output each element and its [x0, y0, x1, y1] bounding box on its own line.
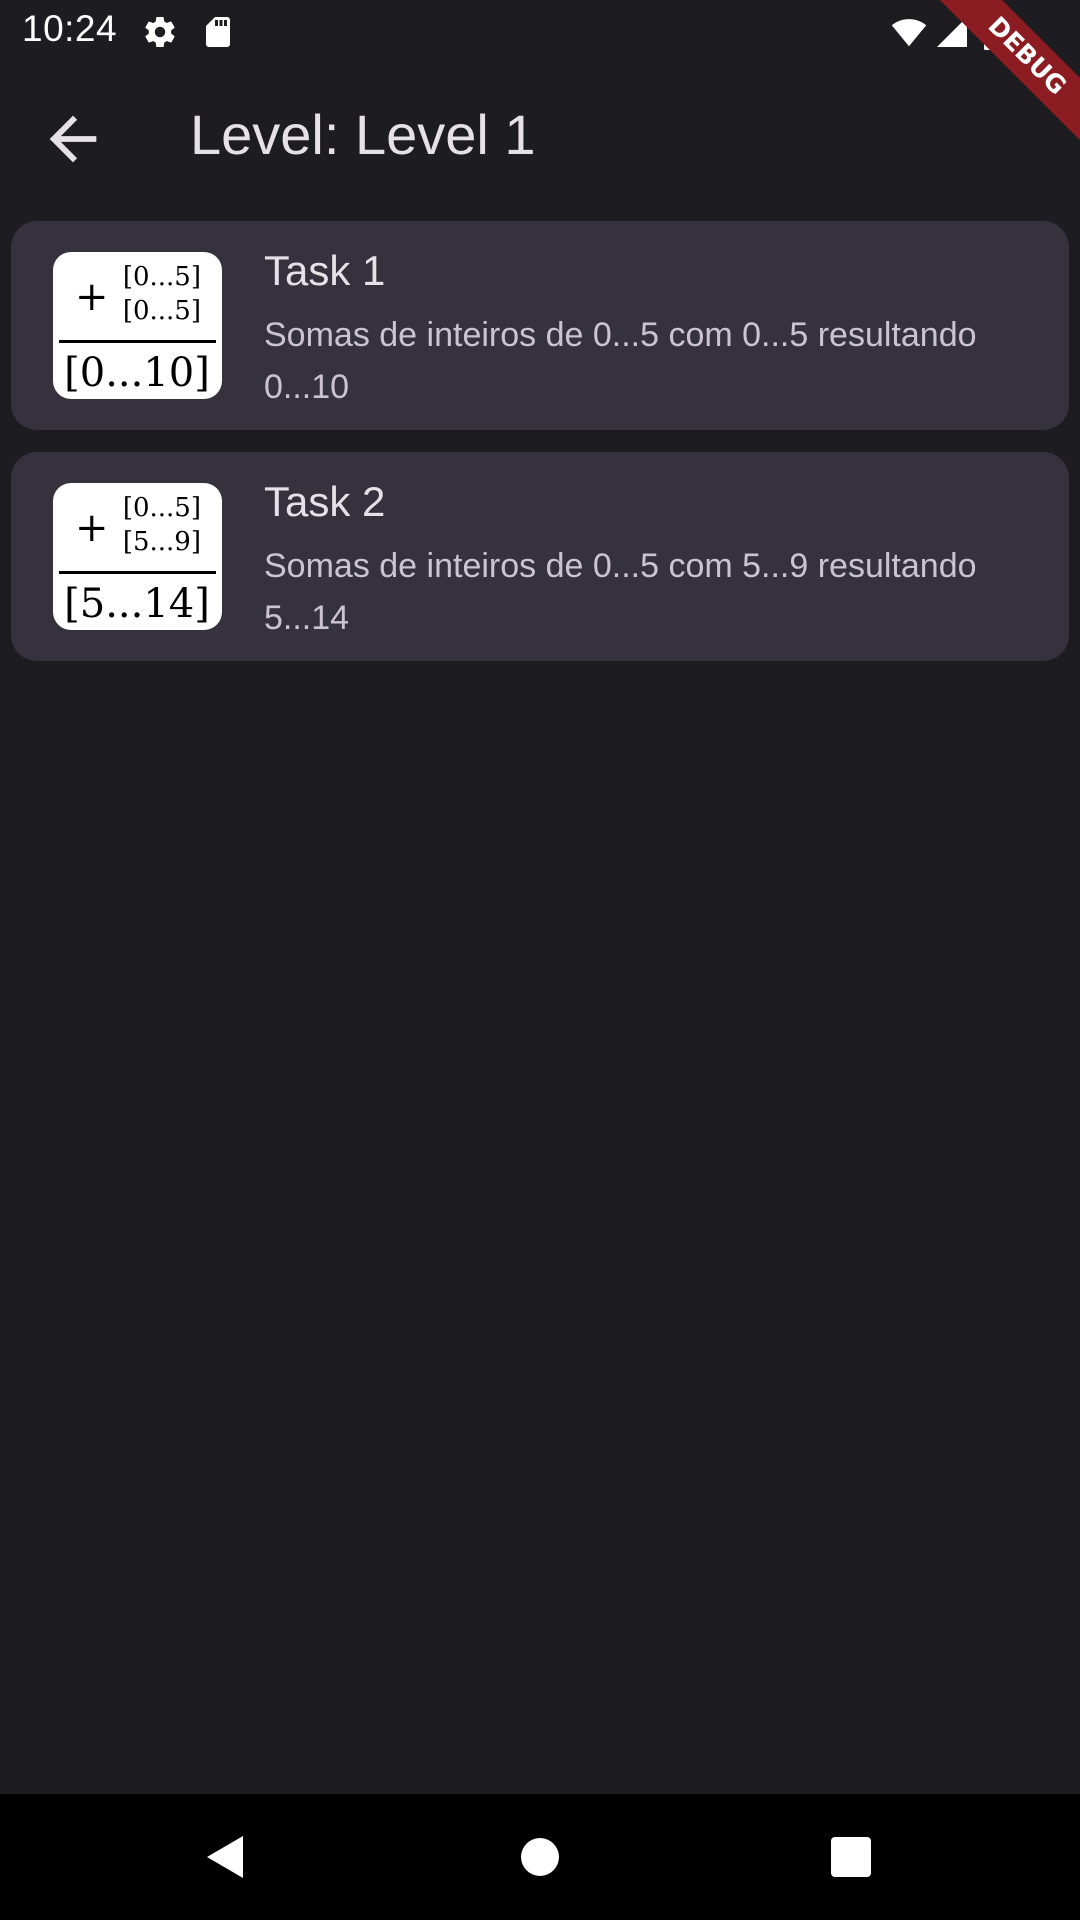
- gear-icon: [142, 14, 178, 50]
- status-bar: 10:24: [0, 0, 1080, 64]
- thumb-operator: +: [75, 505, 109, 551]
- sd-card-icon: [200, 14, 236, 50]
- task-card[interactable]: + [0...5] [5...9] [5...14] Task 2 Somas …: [11, 452, 1069, 661]
- thumb-fraction-line: [59, 340, 216, 343]
- nav-recents-button[interactable]: [826, 1832, 876, 1882]
- system-nav-bar: [0, 1794, 1080, 1920]
- back-triangle-icon: [207, 1836, 243, 1878]
- recents-square-icon: [831, 1837, 871, 1877]
- task-thumbnail: + [0...5] [0...5] [0...10]: [53, 252, 222, 399]
- status-time: 10:24: [22, 8, 118, 49]
- nav-home-button[interactable]: [515, 1832, 565, 1882]
- home-circle-icon: [521, 1838, 559, 1876]
- thumb-result: [0...10]: [64, 350, 210, 396]
- thumb-bottom-operand: [5...9]: [123, 527, 201, 557]
- task-title: Task 2: [264, 478, 386, 525]
- task-title: Task 1: [264, 247, 386, 294]
- thumb-result: [5...14]: [64, 581, 210, 627]
- nav-back-button[interactable]: [201, 1832, 251, 1882]
- thumb-operator: +: [75, 274, 109, 320]
- task-list: + [0...5] [0...5] [0...10] Task 1 Somas …: [11, 221, 1069, 683]
- task-description: Somas de inteiros de 0...5 com 5...9 res…: [264, 547, 977, 637]
- task-card[interactable]: + [0...5] [0...5] [0...10] Task 1 Somas …: [11, 221, 1069, 430]
- back-button[interactable]: [38, 104, 108, 174]
- arrow-back-icon: [49, 115, 97, 163]
- page-title: Level: Level 1: [190, 103, 536, 166]
- thumb-fraction-line: [59, 571, 216, 574]
- thumb-top-operand: [0...5]: [123, 493, 201, 523]
- thumb-bottom-operand: [0...5]: [123, 296, 201, 326]
- task-thumbnail: + [0...5] [5...9] [5...14]: [53, 483, 222, 630]
- wifi-icon: [888, 14, 930, 50]
- task-description: Somas de inteiros de 0...5 com 0...5 res…: [264, 316, 977, 406]
- app-bar: Level: Level 1: [0, 64, 1080, 204]
- thumb-top-operand: [0...5]: [123, 262, 201, 292]
